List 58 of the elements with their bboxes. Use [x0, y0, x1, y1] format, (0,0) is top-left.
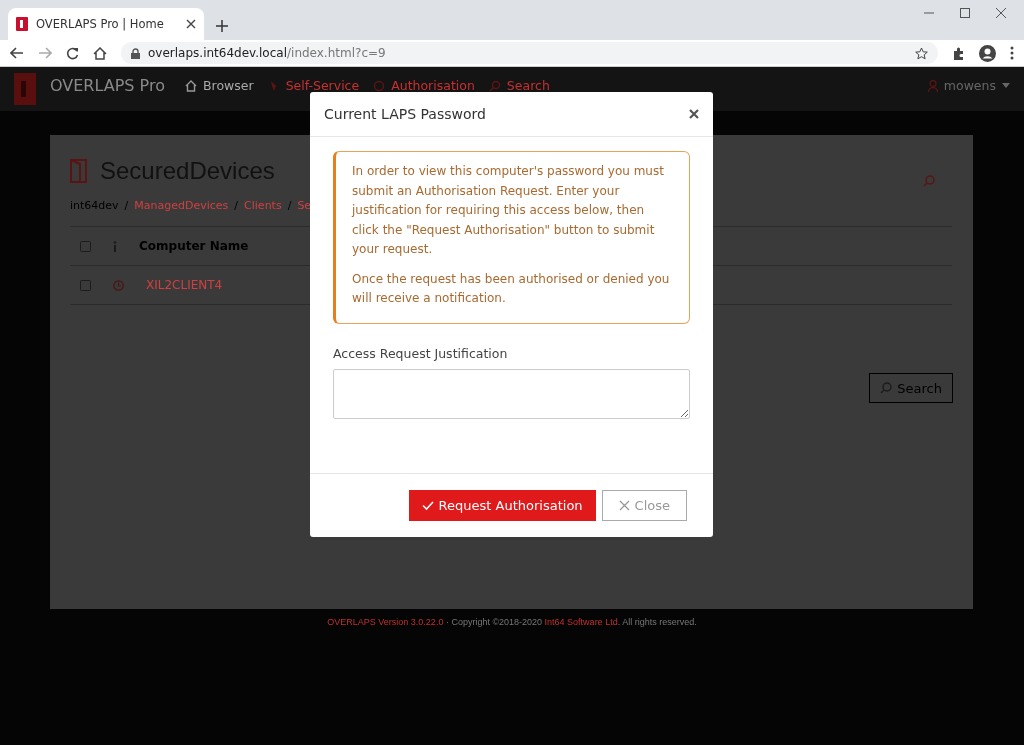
clock-icon — [113, 279, 124, 291]
reload-icon[interactable] — [66, 46, 79, 60]
profile-icon[interactable] — [979, 44, 996, 62]
checkbox[interactable] — [80, 240, 91, 252]
search-icon — [880, 382, 893, 394]
check-icon — [421, 500, 434, 511]
footer-link[interactable]: Int64 Software Ltd — [544, 617, 618, 627]
info-icon — [113, 240, 117, 252]
request-button[interactable]: Request Authorisation — [408, 490, 596, 521]
close-icon — [618, 500, 630, 511]
breadcrumb-link[interactable]: Clients — [244, 199, 282, 212]
nav-link[interactable]: Self-Service — [267, 78, 360, 93]
justification-field[interactable] — [333, 368, 690, 419]
nav-link[interactable]: Browser — [185, 78, 254, 93]
browser-tab[interactable]: OVERLAPS Pro | Home — [8, 8, 204, 40]
back-icon[interactable] — [10, 47, 24, 59]
nav-link[interactable]: Search — [488, 78, 550, 93]
user-menu[interactable]: mowens — [927, 78, 1010, 93]
circle-icon — [373, 79, 386, 92]
field-label: Access Request Justification — [333, 345, 509, 361]
breadcrumb-separator: / — [287, 199, 292, 212]
caret-icon — [1002, 83, 1010, 88]
new-tab-icon[interactable] — [216, 20, 228, 32]
footer-text: OVERLAPS Version 3.0.22.0 · Copyright ©2018-2020 Int64 Software Ltd. All rights reserved. — [326, 617, 698, 627]
url-text: overlaps.int64dev.local/index.html?c=9 — [148, 46, 386, 60]
breadcrumb-item: int64dev — [70, 199, 119, 212]
search-button[interactable]: Search — [869, 373, 953, 403]
breadcrumb-link[interactable]: Se — [297, 199, 312, 212]
app-title: OVERLAPS Pro — [50, 76, 165, 95]
search-icon — [488, 79, 501, 92]
extensions-icon[interactable] — [952, 46, 965, 60]
star-icon[interactable] — [915, 46, 928, 60]
close-icon[interactable] — [996, 8, 1006, 18]
breadcrumb-separator: / — [234, 199, 239, 212]
breadcrumb-link[interactable]: ManagedDevices — [134, 199, 229, 212]
close-button[interactable]: Close — [601, 490, 687, 521]
alert-text: In order to view this computer's password you must submit an Authorisation Request. Enter your justification for requiring this access below, then click the "Request Authorisation" button to submit your request. — [352, 163, 665, 258]
tab-title: OVERLAPS Pro | Home — [36, 17, 165, 31]
address-bar[interactable]: overlaps.int64dev.local/index.html?c=9 — [121, 42, 938, 64]
close-icon[interactable] — [689, 109, 699, 119]
modal-title: Current LAPS Password — [324, 106, 486, 122]
logo-icon — [14, 73, 36, 105]
footer-link[interactable]: OVERLAPS Version 3.0.22.0 — [327, 617, 444, 627]
door-icon — [70, 159, 90, 183]
home-icon — [185, 79, 197, 92]
nav-link[interactable]: Authorisation — [373, 78, 475, 93]
column-header: Computer Name — [139, 239, 249, 253]
breadcrumb-separator: / — [124, 199, 129, 212]
computer-name-link[interactable]: XIL2CLIENT4 — [146, 278, 223, 292]
close-icon[interactable] — [186, 19, 196, 29]
home-icon[interactable] — [93, 46, 107, 60]
maximize-icon[interactable] — [960, 8, 970, 18]
app-logo-icon — [16, 17, 28, 31]
checkbox[interactable] — [80, 279, 91, 291]
lock-icon — [131, 47, 140, 59]
user-icon — [927, 79, 938, 92]
menu-icon[interactable] — [1010, 46, 1014, 60]
alert-text: Once the request has been authorised or denied you will receive a notification. — [352, 270, 671, 307]
